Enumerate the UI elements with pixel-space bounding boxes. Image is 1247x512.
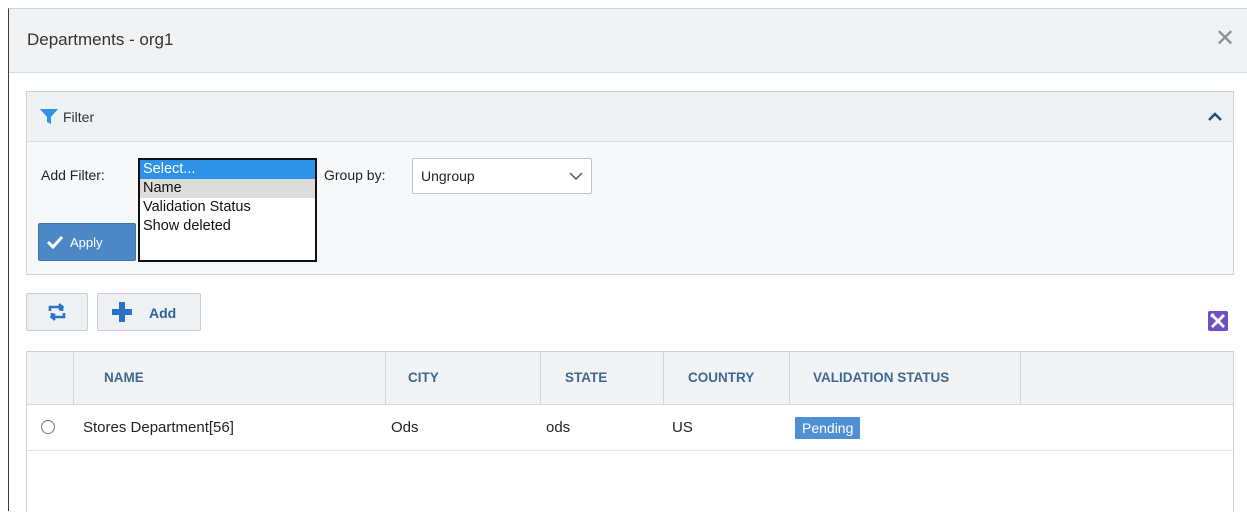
status-badge: Pending <box>795 417 861 439</box>
add-filter-listbox[interactable]: Select... Name Validation Status Show de… <box>138 158 317 262</box>
filter-panel: Filter Add Filter: Select... Name Valida… <box>26 91 1234 275</box>
dialog-title: Departments - org1 <box>27 30 174 49</box>
add-filter-option-select[interactable]: Select... <box>140 160 315 179</box>
chevron-up-icon[interactable] <box>1205 106 1225 126</box>
filter-funnel-icon <box>40 109 58 124</box>
filter-title: Filter <box>63 109 95 125</box>
apply-button[interactable]: Apply <box>38 223 136 261</box>
filter-panel-header[interactable]: Filter <box>27 92 1233 142</box>
plus-icon <box>112 302 132 322</box>
checkmark-icon <box>47 235 63 249</box>
close-icon: ✕ <box>1214 25 1236 52</box>
column-header-state[interactable]: STATE <box>541 352 664 404</box>
wrench-icon <box>1210 313 1225 328</box>
apply-label: Apply <box>70 235 103 250</box>
refresh-icon <box>48 303 66 321</box>
cell-name: Stores Department[56] <box>83 419 234 436</box>
refresh-button[interactable] <box>26 293 88 331</box>
column-header-country[interactable]: COUNTRY <box>664 352 790 404</box>
departments-table: NAME CITY STATE COUNTRY VALIDATION STATU… <box>26 351 1234 512</box>
row-select-radio[interactable] <box>41 420 55 434</box>
close-button[interactable]: ✕ <box>1213 27 1237 51</box>
filter-body: Add Filter: Select... Name Validation St… <box>27 142 1233 274</box>
column-header-name[interactable]: NAME <box>74 352 386 404</box>
table-header: NAME CITY STATE COUNTRY VALIDATION STATU… <box>27 352 1233 405</box>
departments-dialog: Departments - org1 ✕ Filter Add Filter: … <box>8 8 1247 512</box>
add-button[interactable]: Add <box>97 293 201 331</box>
group-by-value: Ungroup <box>421 168 475 184</box>
column-header-validation-status[interactable]: VALIDATION STATUS <box>790 352 1021 404</box>
cell-state: ods <box>546 419 571 436</box>
cell-city: Ods <box>391 419 419 436</box>
cell-country: US <box>672 419 693 436</box>
select-column-header <box>27 352 74 404</box>
group-by-label: Group by: <box>324 167 386 183</box>
add-filter-option-name[interactable]: Name <box>140 179 315 198</box>
chevron-down-icon <box>569 172 583 181</box>
table-row[interactable]: Stores Department[56] Ods ods US Pending <box>27 405 1233 451</box>
dialog-title-bar: Departments - org1 ✕ <box>9 9 1247 73</box>
add-label: Add <box>149 305 177 321</box>
add-filter-label: Add Filter: <box>41 167 105 183</box>
add-filter-option-validation-status[interactable]: Validation Status <box>140 198 315 217</box>
column-header-city[interactable]: CITY <box>386 352 541 404</box>
group-by-select[interactable]: Ungroup <box>412 158 592 194</box>
add-filter-option-show-deleted[interactable]: Show deleted <box>140 217 315 236</box>
column-settings-button[interactable] <box>1208 311 1228 331</box>
